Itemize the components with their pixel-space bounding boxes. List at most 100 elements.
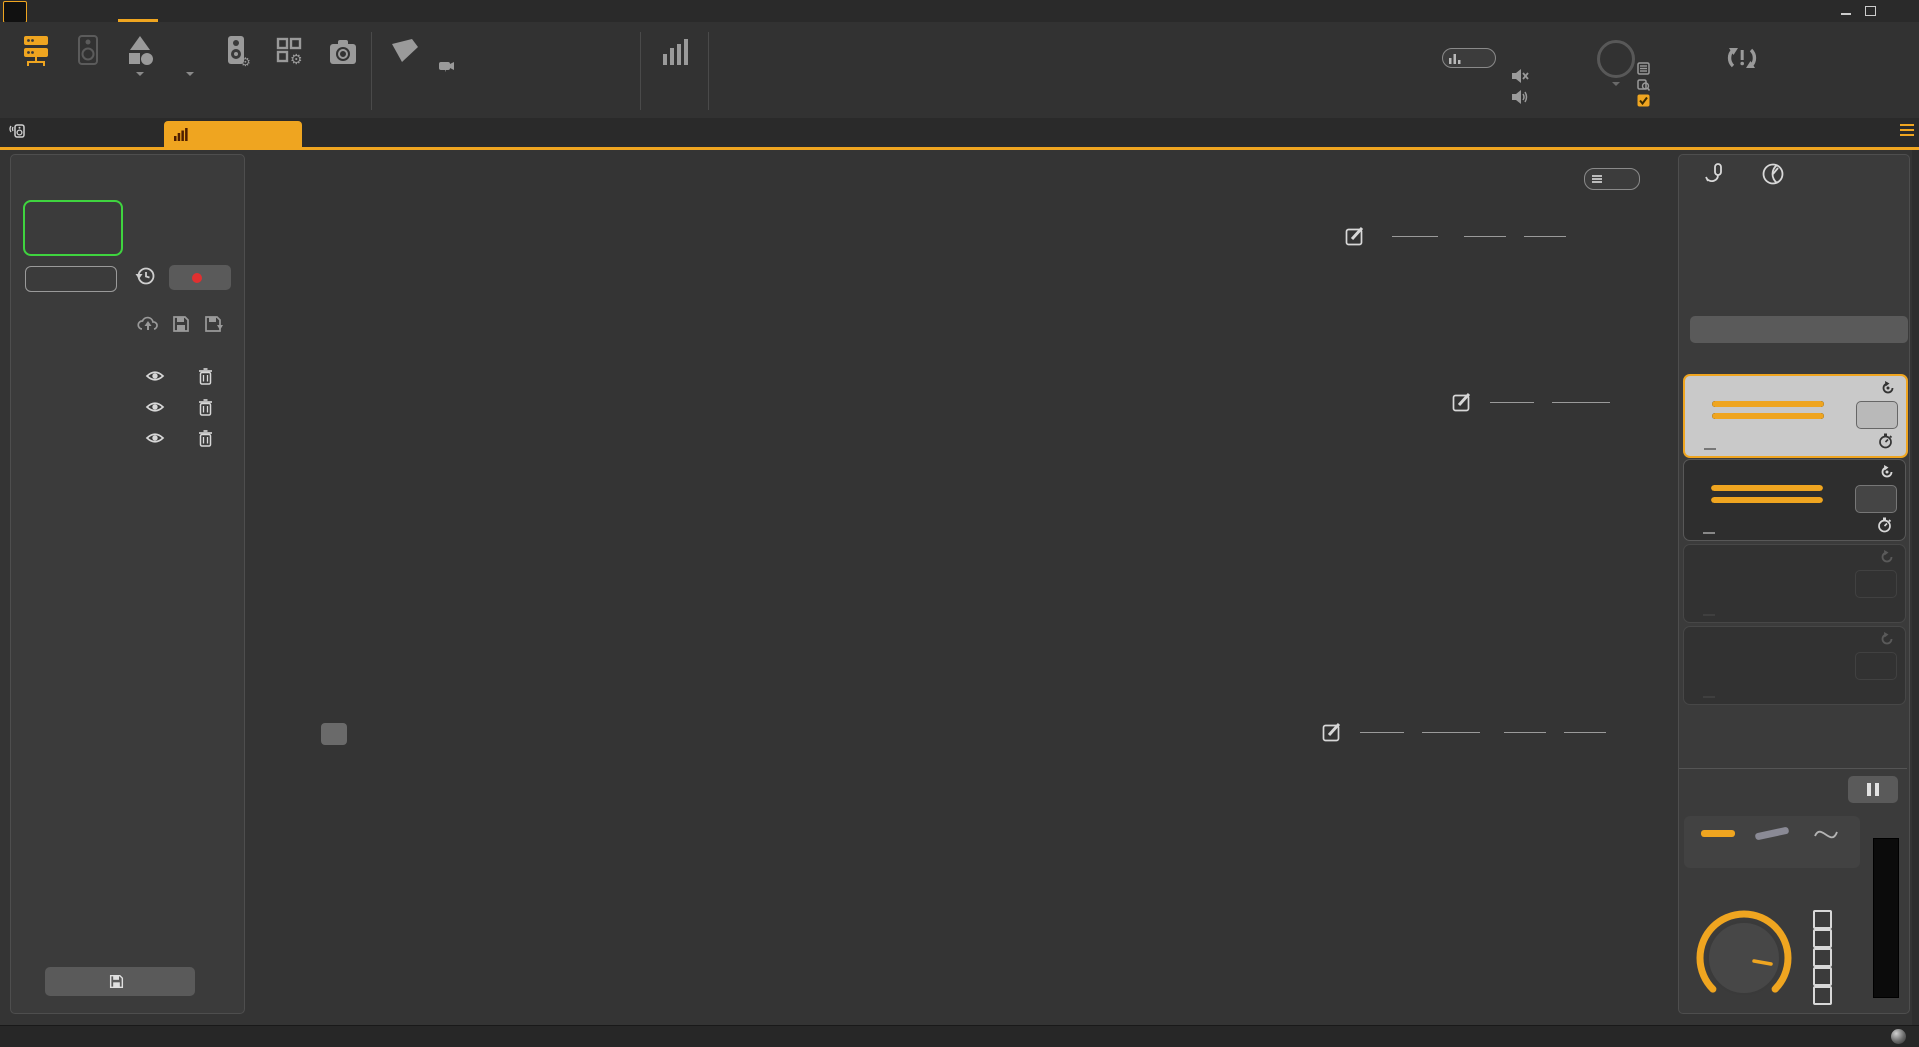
delete-trash-icon[interactable] (198, 368, 213, 385)
discovery-button[interactable] (1637, 62, 1657, 75)
meter-r (1712, 413, 1824, 419)
wave-type-selector (1684, 816, 1860, 868)
scrollbar-strip[interactable] (1912, 150, 1919, 1025)
delay-value-field[interactable] (1703, 532, 1715, 534)
change-reference-button[interactable] (1690, 316, 1908, 343)
ch2-checkbox[interactable] (1813, 929, 1832, 948)
toolbar-cloud[interactable] (711, 30, 771, 72)
system-summary-icon: ⚙ (260, 30, 320, 68)
toolbar-properties[interactable]: ⚙ (208, 30, 268, 72)
channel-play-button[interactable] (1856, 401, 1898, 429)
magnitude-x-min-field[interactable] (1360, 731, 1404, 733)
online-checkbox-icon (1637, 94, 1650, 107)
phase-x-min-field[interactable] (1490, 401, 1534, 403)
toolbar-measure[interactable] (645, 30, 705, 72)
impulse-edit-icon[interactable] (1345, 226, 1365, 246)
controllers-icon (6, 30, 66, 68)
wave-generator-pause-button[interactable] (1848, 776, 1898, 803)
toolbar-venues[interactable] (375, 30, 435, 72)
rec-button[interactable] (169, 265, 231, 290)
scan-icon (1637, 78, 1650, 91)
save-measure-button[interactable] (45, 967, 195, 996)
generator-level-meter (1873, 838, 1899, 998)
toolbar-separator (708, 32, 709, 110)
channel-play-button (1855, 570, 1897, 598)
go-button[interactable] (1597, 40, 1635, 86)
channel-card-dante-rx1[interactable] (1683, 374, 1908, 458)
delay-value-field[interactable] (1704, 448, 1716, 450)
channel-slot-empty[interactable] (1683, 626, 1906, 705)
channel-reset-icon[interactable] (1880, 465, 1894, 479)
concert-soundcheck-toggle[interactable] (1442, 48, 1496, 68)
impulse-y-max-field[interactable] (1524, 235, 1566, 237)
delete-trash-icon[interactable] (198, 399, 213, 416)
delay-stopwatch-icon[interactable] (1877, 517, 1892, 533)
level-knob[interactable] (1694, 908, 1794, 1008)
tab-2d[interactable] (9, 123, 32, 139)
impulse-x-span-field[interactable] (1392, 235, 1438, 237)
all-checkbox[interactable] (1813, 986, 1832, 1005)
channel-play-button[interactable] (1855, 485, 1897, 513)
meter-mode-icon[interactable] (1761, 162, 1785, 186)
measure-color-swatch[interactable] (40, 400, 55, 415)
phase-edit-icon[interactable] (1452, 392, 1472, 412)
channel-reset-icon[interactable] (1881, 381, 1895, 395)
tab-overflow-menu-icon[interactable] (1900, 124, 1914, 136)
wave-type-tone[interactable] (1800, 816, 1852, 844)
main-toolbar: ⚙ ⚙ + (0, 22, 1919, 118)
measure-save-as-icon[interactable] (204, 315, 224, 333)
visibility-eye-icon[interactable] (145, 430, 165, 446)
measure-color-swatch[interactable] (40, 431, 55, 446)
magnitude-y-min-field[interactable] (1504, 731, 1546, 733)
ch3-checkbox[interactable] (1813, 948, 1832, 967)
toolbar-add-objects[interactable] (58, 30, 118, 72)
synchronize-button[interactable] (1700, 40, 1784, 79)
measure-save-icon[interactable] (172, 315, 190, 333)
ch4-checkbox[interactable] (1813, 967, 1832, 986)
venues-icon (375, 30, 435, 68)
phase-x-max-field[interactable] (1552, 401, 1610, 403)
magnitude-edit-icon[interactable] (1322, 722, 1342, 742)
channel-slot-empty[interactable] (1683, 544, 1906, 623)
impulse-range-controls (1345, 224, 1566, 248)
ch1-checkbox[interactable] (1813, 910, 1832, 929)
channel-play-button (1855, 652, 1897, 680)
magnitude-y-max-field[interactable] (1564, 731, 1606, 733)
delete-trash-icon[interactable] (198, 430, 213, 447)
visibility-eye-icon[interactable] (145, 368, 165, 384)
tab-measure-system[interactable] (164, 121, 302, 147)
soundcheck-toggle-group[interactable] (1438, 44, 1500, 71)
mute-all-button[interactable] (1511, 68, 1537, 84)
plot-layout-button[interactable] (1584, 168, 1638, 188)
measure-color-swatch[interactable] (40, 369, 55, 384)
mic-icon[interactable] (1703, 162, 1725, 186)
scan-button[interactable] (1637, 78, 1657, 91)
unmute-all-button[interactable] (1511, 89, 1537, 105)
title-bar (0, 0, 1919, 22)
pause-bar-icon (1875, 783, 1879, 796)
svg-text:⚙: ⚙ (290, 51, 303, 67)
delay-row (1698, 696, 1720, 698)
delay-row (1698, 614, 1720, 616)
new-venue-icon: + (438, 59, 454, 72)
add-objects-icon (58, 30, 118, 68)
toolbar-system-summary[interactable]: ⚙ (260, 30, 320, 72)
maximize-button[interactable] (1862, 4, 1878, 18)
minimize-button[interactable] (1838, 4, 1854, 18)
online-checkbox[interactable] (1637, 94, 1657, 107)
phase-range-controls (1452, 390, 1610, 414)
measure-cloud-upload-icon[interactable] (137, 315, 159, 333)
channel-card-dante-rx2[interactable] (1683, 459, 1906, 541)
toolbar-camera-presets[interactable] (313, 30, 373, 72)
magnitude-x-max-field[interactable] (1422, 731, 1480, 733)
close-button[interactable] (1888, 4, 1904, 18)
history-icon[interactable] (135, 265, 156, 286)
toolbar-controllers[interactable] (6, 30, 66, 72)
impulse-y-min-field[interactable] (1464, 235, 1506, 237)
delay-stopwatch-icon[interactable] (1878, 433, 1893, 449)
toolbar-new-venue[interactable]: + (438, 59, 462, 72)
wave-type-white[interactable] (1746, 816, 1798, 843)
visibility-eye-icon[interactable] (145, 399, 165, 415)
coherence-button[interactable] (321, 723, 347, 745)
wave-type-pink[interactable] (1692, 816, 1744, 843)
